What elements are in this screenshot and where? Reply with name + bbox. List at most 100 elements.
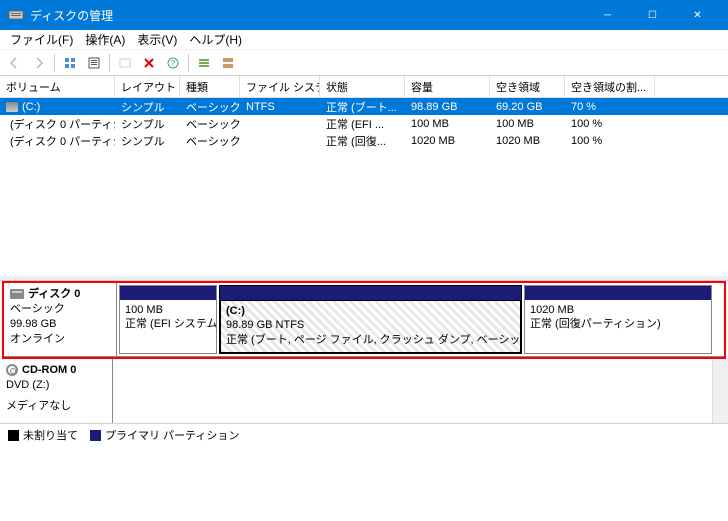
close-button[interactable]: ✕ [675,0,720,30]
partition-status: 正常 (EFI システム パーティ: [125,317,211,331]
toolbar: ? [0,50,728,76]
disk-0-row[interactable]: ディスク 0 ベーシック 99.98 GB オンライン 100 MB正常 (EF… [4,283,724,357]
legend-swatch-navy [90,430,101,441]
col-free[interactable]: 空き領域 [490,76,565,97]
volume-list-body: (C:)シンプルベーシックNTFS正常 (ブート...98.89 GB69.20… [0,98,728,149]
window-title: ディスクの管理 [30,7,585,24]
col-layout[interactable]: レイアウト [115,76,180,97]
cell: 69.20 GB [490,101,565,113]
cdrom-info: CD-ROM 0 DVD (Z:) メディアなし [0,359,113,423]
partition[interactable]: 100 MB正常 (EFI システム パーティ: [119,285,217,354]
toolbar-separator [54,54,55,72]
menu-file[interactable]: ファイル(F) [4,31,79,48]
partition-size: 1020 MB [530,303,706,317]
col-filesystem[interactable]: ファイル システム [240,76,320,97]
graphical-view: ディスク 0 ベーシック 99.98 GB オンライン 100 MB正常 (EF… [0,280,728,423]
cell: 70 % [565,101,655,113]
partition-status: 正常 (ブート, ページ ファイル, クラッシュ ダンプ, ベーシック データ … [226,333,515,347]
menu-help[interactable]: ヘルプ(H) [183,31,248,48]
cell: 正常 (ブート... [320,99,405,115]
properties-button[interactable] [114,52,136,74]
svg-text:?: ? [171,59,176,68]
cdrom-partitions [113,359,712,423]
settings-button[interactable] [83,52,105,74]
disk-0-name: ディスク 0 [28,287,80,302]
menu-action[interactable]: 操作(A) [79,31,131,48]
cell: 100 MB [405,118,490,130]
cell: 98.89 GB [405,101,490,113]
cell: (ディスク 0 パーティシ... [0,133,115,149]
volume-row[interactable]: (C:)シンプルベーシックNTFS正常 (ブート...98.89 GB69.20… [0,98,728,115]
cell: (ディスク 0 パーティシ... [0,116,115,132]
legend-unallocated: 未割り当て [8,427,78,443]
volume-list-pane: ボリューム レイアウト 種類 ファイル システム 状態 容量 空き領域 空き領域… [0,76,728,276]
cell: シンプル [115,133,180,149]
partition-color-bar [525,286,711,300]
cell: 1020 MB [405,135,490,147]
cell: ベーシック [180,99,240,115]
partition-color-bar [120,286,216,300]
menu-bar: ファイル(F) 操作(A) 表示(V) ヘルプ(H) [0,30,728,50]
list-view-button[interactable] [193,52,215,74]
cell: 正常 (回復... [320,133,405,149]
maximize-button[interactable]: ☐ [630,0,675,30]
disk-0-info: ディスク 0 ベーシック 99.98 GB オンライン [4,283,117,356]
volume-row[interactable]: (ディスク 0 パーティシ...シンプルベーシック正常 (回復...1020 M… [0,132,728,149]
minimize-button[interactable]: ─ [585,0,630,30]
cell: NTFS [240,101,320,113]
forward-button[interactable] [28,52,50,74]
partition[interactable]: (C:)98.89 GB NTFS正常 (ブート, ページ ファイル, クラッシ… [219,285,522,354]
cell: 100 % [565,135,655,147]
help-button[interactable]: ? [162,52,184,74]
vertical-scrollbar[interactable] [712,359,728,423]
volume-list-header: ボリューム レイアウト 種類 ファイル システム 状態 容量 空き領域 空き領域… [0,76,728,98]
partition-status: 正常 (回復パーティション) [530,317,706,331]
col-free-pct[interactable]: 空き領域の割... [565,76,655,97]
col-status[interactable]: 状態 [320,76,405,97]
partition-title: (C:) [226,304,515,318]
partition-size: 100 MB [125,303,211,317]
col-capacity[interactable]: 容量 [405,76,490,97]
title-bar: ディスクの管理 ─ ☐ ✕ [0,0,728,30]
graph-view-button[interactable] [217,52,239,74]
disk-0-partitions: 100 MB正常 (EFI システム パーティ:(C:)98.89 GB NTF… [117,283,724,356]
partition-size: 98.89 GB NTFS [226,318,515,332]
disk-0-type: ベーシック [10,302,110,317]
cdrom-drive: DVD (Z:) [6,378,106,393]
partition-body: 100 MB正常 (EFI システム パーティ: [120,300,216,353]
col-volume[interactable]: ボリューム [0,76,115,97]
legend: 未割り当て プライマリ パーティション [0,423,728,445]
hdd-icon [10,289,24,299]
partition-color-bar [220,286,521,300]
cell: シンプル [115,99,180,115]
refresh-button[interactable] [59,52,81,74]
back-button[interactable] [4,52,26,74]
legend-primary: プライマリ パーティション [90,427,239,443]
partition[interactable]: 1020 MB正常 (回復パーティション) [524,285,712,354]
cell: 100 % [565,118,655,130]
volume-icon [6,102,18,112]
cdrom-status: メディアなし [6,399,106,414]
toolbar-separator [109,54,110,72]
disk-0-size: 99.98 GB [10,317,110,332]
cell: 正常 (EFI ... [320,116,405,132]
delete-button[interactable] [138,52,160,74]
cdrom-row[interactable]: CD-ROM 0 DVD (Z:) メディアなし [0,359,728,423]
toolbar-separator [188,54,189,72]
menu-view[interactable]: 表示(V) [131,31,183,48]
cell: ベーシック [180,133,240,149]
cell: 100 MB [490,118,565,130]
app-icon [8,7,24,23]
cd-icon [6,364,18,376]
volume-row[interactable]: (ディスク 0 パーティシ...シンプルベーシック正常 (EFI ...100 … [0,115,728,132]
disk-0-status: オンライン [10,332,110,347]
cell: 1020 MB [490,135,565,147]
disk-0-highlight: ディスク 0 ベーシック 99.98 GB オンライン 100 MB正常 (EF… [2,281,726,359]
cdrom-name: CD-ROM 0 [22,363,76,378]
col-type[interactable]: 種類 [180,76,240,97]
cell: (C:) [0,101,115,113]
legend-swatch-black [8,430,19,441]
partition-body: (C:)98.89 GB NTFS正常 (ブート, ページ ファイル, クラッシ… [220,300,521,353]
partition-body: 1020 MB正常 (回復パーティション) [525,300,711,353]
cell: シンプル [115,116,180,132]
